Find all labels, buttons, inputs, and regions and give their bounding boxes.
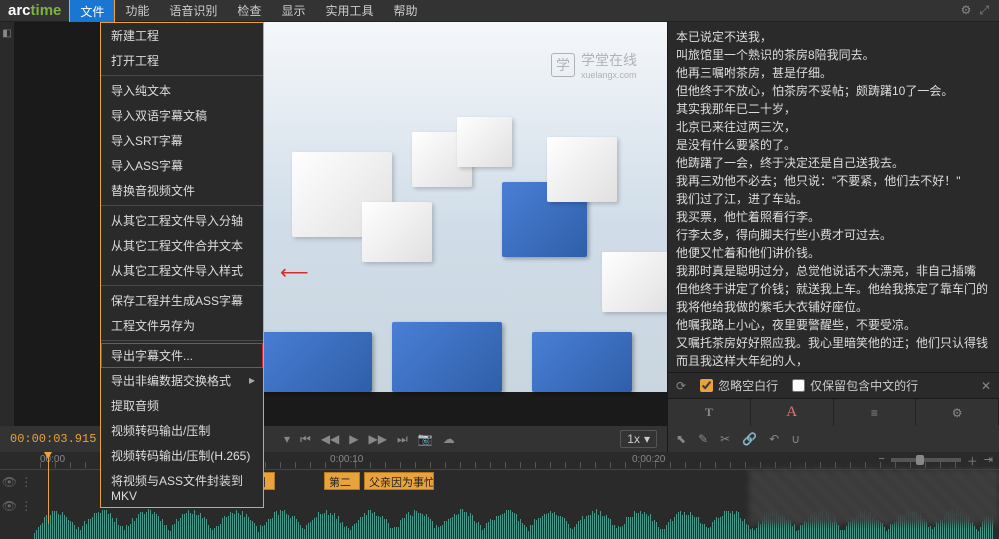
transcript-line[interactable]: 是没有什么要紧的了。 bbox=[676, 136, 991, 154]
transcript-line[interactable]: 我那时真是聪明过分，总觉他说话不大漂亮，非自己插嘴 bbox=[676, 262, 991, 280]
dropdown-item[interactable]: 导入ASS字幕 bbox=[101, 153, 263, 178]
toolbar-item[interactable]: ◧ bbox=[2, 28, 13, 39]
cloud-icon[interactable]: ☁ bbox=[443, 432, 455, 446]
blurred-region bbox=[749, 469, 999, 524]
tab-list[interactable]: ≡ bbox=[834, 399, 917, 426]
checkbox-keep-chinese[interactable]: 仅保留包含中文的行 bbox=[792, 377, 918, 394]
tab-font[interactable]: A bbox=[751, 399, 834, 426]
dropdown-item[interactable]: 导入纯文本 bbox=[101, 78, 263, 103]
tab-text[interactable]: T bbox=[668, 399, 751, 426]
transcript-pane: 本已说定不送我，叫旅馆里一个熟识的茶房8陪我同去。他再三嘱咐茶房，甚是仔细。但他… bbox=[667, 22, 999, 426]
undo-icon[interactable]: ↶ bbox=[769, 432, 779, 446]
transcript-line[interactable]: 他踌躇了一会，终于决定还是自己送我去。 bbox=[676, 154, 991, 172]
transcript-line[interactable]: 而且我这样大年纪的人， bbox=[676, 352, 991, 370]
transcript-line[interactable]: 我们过了江，进了车站。 bbox=[676, 190, 991, 208]
dropdown-item[interactable]: 打开工程 bbox=[101, 48, 263, 73]
menu-check[interactable]: 检查 bbox=[227, 0, 271, 23]
transcript-line[interactable]: 北京已来往过两三次， bbox=[676, 118, 991, 136]
camera-icon[interactable]: 📷 bbox=[418, 432, 433, 446]
transcript-line[interactable]: 我再三劝他不必去；他只说："不要紧，他们去不好！" bbox=[676, 172, 991, 190]
skip-back-icon[interactable]: ⏮ bbox=[300, 432, 311, 447]
menu-function[interactable]: 功能 bbox=[115, 0, 159, 23]
dropdown-item[interactable]: 导出非编数据交换格式▸ bbox=[101, 368, 263, 393]
cut-icon[interactable]: ✂ bbox=[720, 432, 730, 446]
transcript-line[interactable]: 我将他给我做的紫毛大衣铺好座位。 bbox=[676, 298, 991, 316]
menu-file[interactable]: 文件 bbox=[69, 0, 115, 23]
settings-icon[interactable]: ⚙ bbox=[961, 3, 972, 18]
play-controls: ▾ ⏮ ◀◀ ▶ ▶▶ ⏭ 📷 ☁ bbox=[284, 432, 455, 447]
menubar: 文件 功能 语音识别 检查 显示 实用工具 帮助 bbox=[69, 0, 427, 23]
annotation-arrow: ⟵ bbox=[280, 260, 309, 285]
subtitle-clip[interactable]: 第二 bbox=[324, 472, 360, 490]
dropdown-item[interactable]: 保存工程并生成ASS字幕 bbox=[101, 288, 263, 313]
style-tabs: T A ≡ ⚙ bbox=[668, 398, 999, 426]
ruler-mark: 0:00:20 bbox=[632, 454, 665, 465]
watermark: 学 学堂在线 xuelangx.com bbox=[551, 50, 637, 80]
dropdown-item[interactable]: 从其它工程文件导入分轴 bbox=[101, 208, 263, 233]
link-icon[interactable]: 🔗 bbox=[742, 432, 757, 446]
playhead[interactable] bbox=[48, 452, 49, 524]
transcript-line[interactable]: 本已说定不送我， bbox=[676, 28, 991, 46]
dropdown-item[interactable]: 从其它工程文件导入样式 bbox=[101, 258, 263, 283]
zoom-end-icon[interactable]: ⇥ bbox=[984, 453, 993, 469]
menu-tools[interactable]: 实用工具 bbox=[315, 0, 383, 23]
subtitle-clip[interactable]: 父亲因为事忙 bbox=[364, 472, 434, 490]
edit-toolbar: ⬉ ✎ ✂ 🔗 ↶ ∪ bbox=[667, 426, 999, 452]
filter-row: ⟳ 忽略空白行 仅保留包含中文的行 ✕ bbox=[668, 372, 999, 398]
transcript-line[interactable]: 他再三嘱咐茶房，甚是仔细。 bbox=[676, 64, 991, 82]
dropdown-item[interactable]: 导入SRT字幕 bbox=[101, 128, 263, 153]
ruler-mark: 0:00:10 bbox=[330, 454, 363, 465]
prev-marker-icon[interactable]: ▾ bbox=[284, 432, 290, 446]
pointer-icon[interactable]: ⬉ bbox=[676, 432, 686, 446]
rewind-icon[interactable]: ◀◀ bbox=[321, 432, 339, 446]
top-right-controls: ⚙ ⤢ bbox=[961, 3, 999, 18]
transcript-line[interactable]: 叫旅馆里一个熟识的茶房8陪我同去。 bbox=[676, 46, 991, 64]
dropdown-item[interactable]: 导出字幕文件... bbox=[101, 343, 263, 368]
menu-display[interactable]: 显示 bbox=[271, 0, 315, 23]
dropdown-item[interactable]: 新建工程 bbox=[101, 23, 263, 48]
transcript-line[interactable]: 但他终于讲定了价钱；就送我上车。他给我拣定了靠车门的 bbox=[676, 280, 991, 298]
expand-icon[interactable]: ⤢ bbox=[979, 3, 989, 18]
dropdown-item[interactable]: 替换音视频文件 bbox=[101, 178, 263, 203]
transcript-line[interactable]: 其实我那年已二十岁， bbox=[676, 100, 991, 118]
track-visibility-icon[interactable]: 👁 ⋮ bbox=[0, 475, 34, 489]
close-icon[interactable]: ✕ bbox=[981, 379, 991, 393]
file-dropdown: 新建工程打开工程导入纯文本导入双语字幕文稿导入SRT字幕导入ASS字幕替换音视频… bbox=[100, 22, 264, 508]
dropdown-item[interactable]: 视频转码输出/压制(H.265) bbox=[101, 443, 263, 468]
forward-icon[interactable]: ▶▶ bbox=[369, 432, 387, 446]
app-logo: arctime bbox=[0, 2, 69, 19]
track-audio-icon[interactable]: 👁 ⋮ bbox=[0, 499, 34, 513]
chevron-down-icon: ▾ bbox=[644, 432, 650, 446]
dropdown-item[interactable]: 将视频与ASS文件封装到MKV bbox=[101, 468, 263, 507]
transcript-line[interactable]: 行李太多，得向脚夫行些小费才可过去。 bbox=[676, 226, 991, 244]
dropdown-item[interactable]: 工程文件另存为 bbox=[101, 313, 263, 338]
transcript[interactable]: 本已说定不送我，叫旅馆里一个熟识的茶房8陪我同去。他再三嘱咐茶房，甚是仔细。但他… bbox=[668, 22, 999, 372]
zoom-in-icon[interactable]: ＋ bbox=[967, 453, 978, 469]
dropdown-item[interactable]: 从其它工程文件合并文本 bbox=[101, 233, 263, 258]
top-bar: arctime 文件 功能 语音识别 检查 显示 实用工具 帮助 ⚙ ⤢ bbox=[0, 0, 999, 22]
transcript-line[interactable]: 他便又忙着和他们讲价钱。 bbox=[676, 244, 991, 262]
transcript-line[interactable]: 他嘱我路上小心，夜里要警醒些，不要受凉。 bbox=[676, 316, 991, 334]
menu-help[interactable]: 帮助 bbox=[383, 0, 427, 23]
timecode: 00:00:03.915 bbox=[10, 432, 96, 446]
magnet-icon[interactable]: ∪ bbox=[791, 432, 800, 446]
dropdown-item[interactable]: 导入双语字幕文稿 bbox=[101, 103, 263, 128]
skip-fwd-icon[interactable]: ⏭ bbox=[397, 432, 408, 447]
left-toolbar: ◧ bbox=[0, 22, 14, 426]
marker-icon[interactable]: ✎ bbox=[698, 432, 708, 446]
dropdown-item[interactable]: 提取音频 bbox=[101, 393, 263, 418]
transcript-line[interactable]: 我买票，他忙着照看行李。 bbox=[676, 208, 991, 226]
menu-voice[interactable]: 语音识别 bbox=[159, 0, 227, 23]
speed-selector[interactable]: 1x▾ bbox=[620, 430, 657, 448]
tab-settings[interactable]: ⚙ bbox=[916, 399, 999, 426]
refresh-icon[interactable]: ⟳ bbox=[676, 379, 686, 393]
checkbox-ignore-blank[interactable]: 忽略空白行 bbox=[700, 377, 778, 394]
transcript-line[interactable]: 又嘱托茶房好好照应我。我心里暗笑他的迂；他们只认得钱 bbox=[676, 334, 991, 352]
dropdown-item[interactable]: 视频转码输出/压制 bbox=[101, 418, 263, 443]
transcript-line[interactable]: 但他终于不放心，怕茶房不妥帖；颇踌躇10了一会。 bbox=[676, 82, 991, 100]
play-icon[interactable]: ▶ bbox=[349, 432, 358, 446]
